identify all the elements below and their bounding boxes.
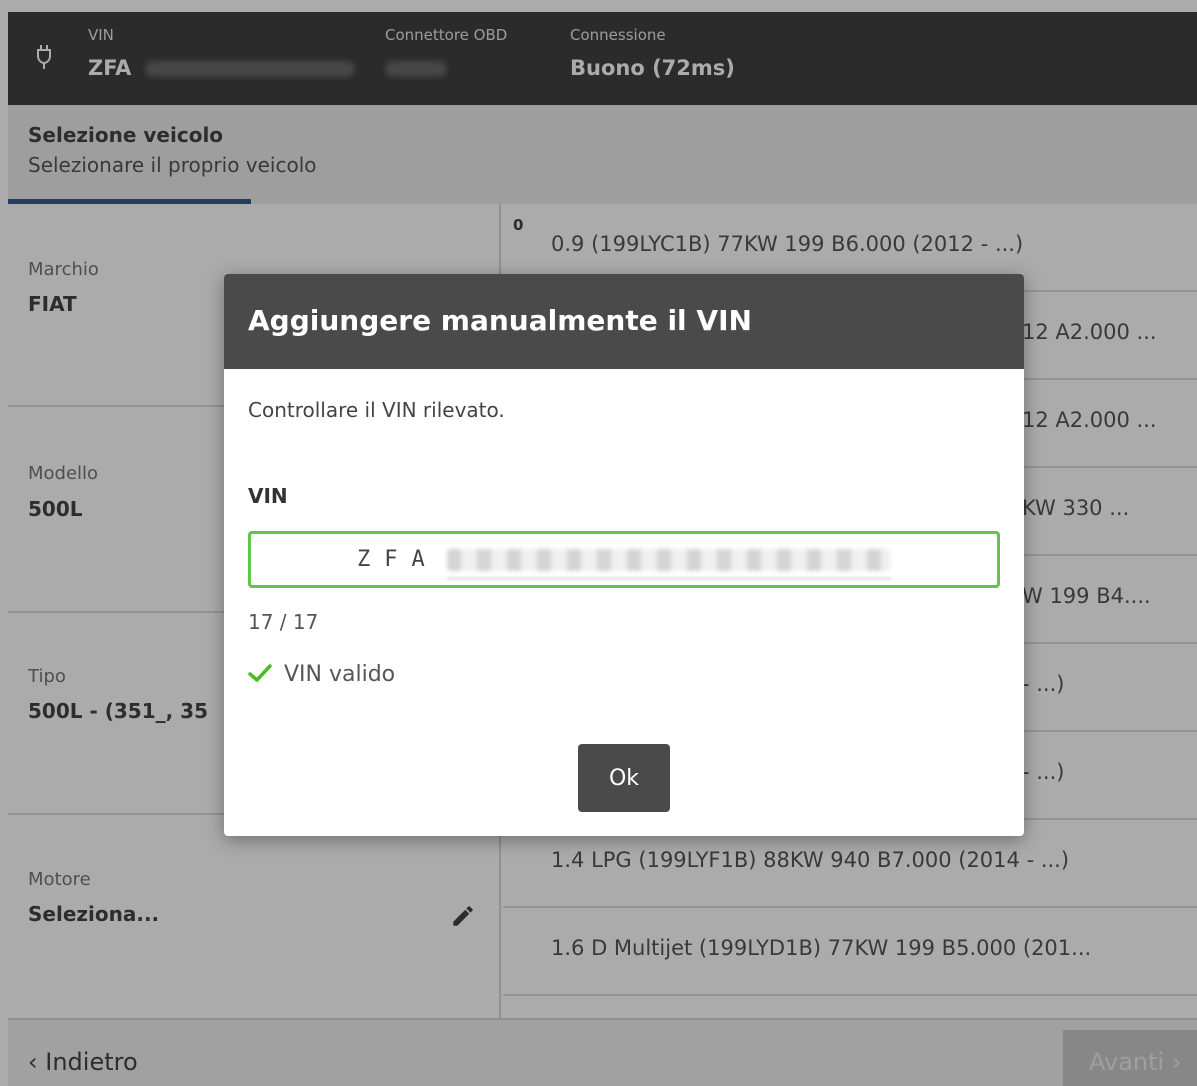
dialog-header: Aggiungere manualmente il VIN xyxy=(224,274,1024,369)
vin-valid-text: VIN valido xyxy=(284,662,396,687)
ok-button[interactable]: Ok xyxy=(578,744,670,812)
vin-input-masked xyxy=(447,549,891,571)
vin-input-visible-text: ZFA xyxy=(357,547,439,572)
check-icon xyxy=(248,664,272,682)
vin-char-counter: 17 / 17 xyxy=(248,610,319,634)
manual-vin-dialog: Aggiungere manualmente il VIN Controllar… xyxy=(224,274,1024,836)
vin-input-underline xyxy=(447,577,891,580)
dialog-title: Aggiungere manualmente il VIN xyxy=(248,304,752,337)
dialog-message: Controllare il VIN rilevato. xyxy=(248,398,505,422)
vin-input[interactable]: ZFA xyxy=(248,531,1000,588)
vin-valid-status: VIN valido xyxy=(248,662,395,687)
vin-field-label: VIN xyxy=(248,484,288,508)
